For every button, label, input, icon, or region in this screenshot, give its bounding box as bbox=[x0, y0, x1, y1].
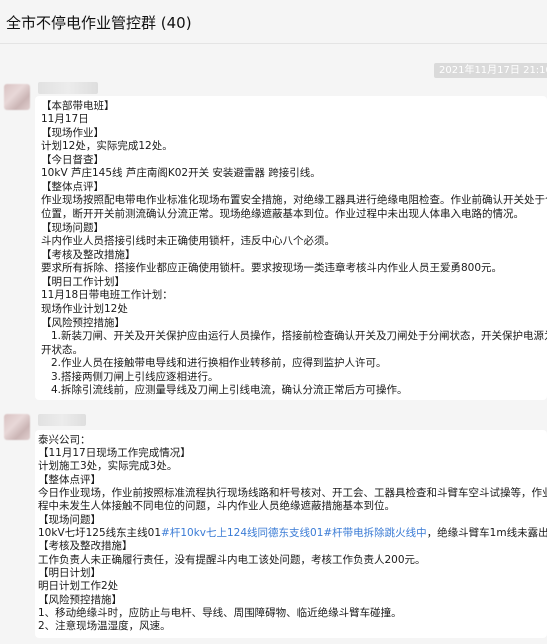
message-line: 3.搭接两侧刀闸上引线应逐相进行。 bbox=[51, 371, 219, 383]
message-line: 【现场作业】 bbox=[41, 127, 104, 139]
message-line: 斗内作业人员搭接引线时未正确使用锁杆，违反中心八个必须。 bbox=[41, 235, 335, 247]
chat-title[interactable]: 全市不停电作业管控群 (40) bbox=[6, 12, 192, 33]
message-line: 计划施工3处，实际完成3处。 bbox=[38, 460, 178, 472]
message-line: 2.作业人员在接触带电导线和进行换相作业转移前，应得到监护人许可。 bbox=[51, 357, 387, 369]
message-text: 10kV七圩125线东主线01 bbox=[38, 527, 162, 539]
message-line: 【本部带电班】 bbox=[41, 100, 115, 112]
message-line: 【整体点评】 bbox=[38, 474, 101, 486]
avatar[interactable] bbox=[4, 414, 30, 440]
message-line: 10kV 芦庄145线 芦庄南阁K02开关 安装避雷器 跨接引线。 bbox=[41, 167, 321, 179]
message-line: 要求所有拆除、搭接作业都应正确使用锁杆。要求按现场一类违章考核斗内作业人员王爱勇… bbox=[41, 262, 503, 274]
avatar[interactable] bbox=[4, 84, 30, 110]
message-line: 【明日计划】 bbox=[38, 567, 101, 579]
message-line: 【11月17日现场工作完成情况】 bbox=[38, 447, 191, 459]
message-line: 明日计划工作2处 bbox=[38, 580, 119, 592]
message-line: 作业现场按照配电带电作业标准化现场布置安全措施，对绝缘工器具进行绝缘电阻检查。作… bbox=[41, 194, 547, 206]
sender-name bbox=[38, 414, 86, 426]
message-line: 1.新装刀闸、开关及开关保护应由运行人员操作，搭接前检查确认开关及刀闸处于分闸状… bbox=[51, 330, 547, 342]
message-line: 工作负责人未正确履行责任，没有提醒斗内电工该处问题，考核工作负责人200元。 bbox=[38, 554, 426, 566]
message-line: 【考核及整改措施】 bbox=[38, 540, 133, 552]
message-line: 11月18日带电班工作计划： bbox=[41, 289, 173, 301]
message-line: 开状态。 bbox=[41, 344, 83, 356]
message-line: 【今日督查】 bbox=[41, 154, 104, 166]
chat-header: 全市不停电作业管控群 (40) bbox=[0, 0, 547, 44]
topic-link[interactable]: #杆10kv七上124线同德东支线01#杆带电拆除跳火线中 bbox=[161, 527, 427, 539]
message-line: 【整体点评】 bbox=[41, 181, 104, 193]
message-line: 【现场问题】 bbox=[41, 222, 104, 234]
message-bubble: 【本部带电班】 11月17日 【现场作业】 计划12处，实际完成12处。 【今日… bbox=[35, 96, 547, 400]
message-bubble: 泰兴公司： 【11月17日现场工作完成情况】 计划施工3处，实际完成3处。 【整… bbox=[35, 430, 547, 638]
message-text: ，绝缘斗臂车1m线未露出。 bbox=[426, 527, 547, 539]
sender-name bbox=[38, 82, 98, 94]
message-line: 现场作业计划12处 bbox=[41, 303, 128, 315]
message-line: 10kV七圩125线东主线01#杆10kv七上124线同德东支线01#杆带电拆除… bbox=[38, 527, 547, 540]
message-line: 【风险预控措施】 bbox=[41, 317, 125, 329]
message-line: 11月17日 bbox=[41, 113, 89, 125]
message-line: 1、移动绝缘斗时，应防止与电杆、导线、周围障碍物、临近绝缘斗臂车碰撞。 bbox=[38, 607, 402, 619]
message-line: 今日作业现场，作业前按照标准流程执行现场线路和杆号核对、开工会、工器具检查和斗臂… bbox=[38, 487, 547, 499]
message-line: 泰兴公司： bbox=[38, 434, 91, 446]
message-line: 【考核及整改措施】 bbox=[41, 249, 136, 261]
time-divider: 2021年11月17日 21:10 bbox=[434, 63, 547, 78]
message-line: 【风险预控措施】 bbox=[38, 594, 122, 606]
message-line: 位置，断开开关前测流确认分流正常。现场绝缘遮蔽基本到位。作业过程中未出现人体串入… bbox=[41, 208, 524, 220]
message-line: 计划12处，实际完成12处。 bbox=[41, 140, 173, 152]
message-line: 4.拆除引流线前，应测量导线及刀闸上引线电流，确认分流正常后方可操作。 bbox=[51, 384, 408, 396]
message-line: 程中未发生人体接触不同电位的问题，斗内作业人员绝缘遮蔽措施基本到位。 bbox=[38, 500, 395, 512]
message-line: 2、注意现场温湿度，风速。 bbox=[38, 620, 171, 632]
message-line: 【明日工作计划】 bbox=[41, 276, 125, 288]
message-line: 【现场问题】 bbox=[38, 514, 101, 526]
